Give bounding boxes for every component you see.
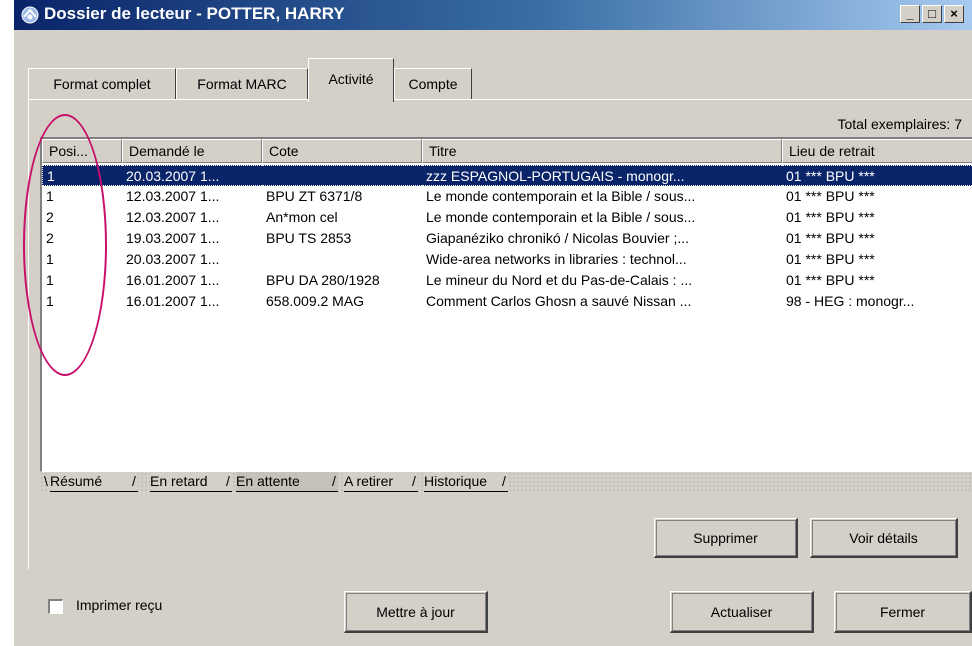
tab-separator: / (412, 473, 416, 489)
subtab-resume[interactable]: Résumé (50, 472, 138, 492)
view-details-button[interactable]: Voir détails (810, 518, 958, 558)
tab-separator: / (502, 473, 506, 489)
tab-separator: \ (44, 473, 48, 489)
cell-position: 1 (46, 293, 54, 309)
subtab-en-attente[interactable]: En attente (236, 472, 338, 492)
list-rows: 1 20.03.2007 1... zzz ESPAGNOL-PORTUGAIS -… (42, 165, 972, 312)
cell-title: Wide-area networks in libraries : techno… (426, 251, 687, 267)
tab-separator: / (132, 473, 136, 489)
table-row[interactable]: 1 20.03.2007 1... Wide-area networks in li… (42, 249, 972, 270)
cell-position: 2 (46, 209, 54, 225)
cell-pickup-location: 01 *** BPU *** (786, 209, 875, 225)
tab-format-complet[interactable]: Format complet (28, 68, 176, 100)
minimize-button[interactable]: _ (900, 5, 920, 23)
cell-position: 1 (42, 165, 122, 186)
subtab-historique[interactable]: Historique (424, 472, 508, 492)
cell-title: Le monde contemporain et la Bible / sous… (426, 209, 696, 225)
cell-call-number: BPU DA 280/1928 (266, 272, 380, 288)
cell-title: Le monde contemporain et la Bible / sous… (426, 188, 696, 204)
cell-requested: 12.03.2007 1... (126, 188, 220, 204)
tab-separator: / (332, 473, 336, 489)
print-receipt-label: Imprimer reçu (76, 597, 163, 613)
cell-position: 1 (46, 272, 54, 288)
refresh-button[interactable]: Actualiser (670, 591, 814, 633)
cell-title: Le mineur du Nord et du Pas-de-Calais : … (426, 272, 693, 288)
tab-compte[interactable]: Compte (394, 68, 472, 100)
status-sheet-tabs: \ Résumé / En retard / En attente / A retirer / H… (40, 472, 972, 492)
cell-call-number (262, 165, 422, 186)
cell-pickup-location: 01 *** BPU *** (782, 165, 972, 186)
cell-title: Giapanéziko chronikó / Nicolas Bouvier ;… (426, 230, 690, 246)
cell-call-number: 658.009.2 MAG (266, 293, 365, 309)
patron-record-window: Dossier de lecteur - POTTER, HARRY _ □ ×… (14, 0, 972, 646)
table-row[interactable]: 1 16.01.2007 1... BPU DA 280/1928 Le mineur… (42, 270, 972, 291)
cell-position: 2 (46, 230, 54, 246)
cell-position: 1 (46, 251, 54, 267)
subtab-a-retirer[interactable]: A retirer (344, 472, 418, 492)
cell-requested: 16.01.2007 1... (126, 293, 220, 309)
update-button[interactable]: Mettre à jour (344, 591, 488, 633)
print-receipt-checkbox[interactable] (48, 599, 63, 614)
column-header-call-number[interactable]: Cote (262, 139, 422, 163)
cell-pickup-location: 01 *** BPU *** (786, 272, 875, 288)
tab-format-marc[interactable]: Format MARC (176, 68, 308, 100)
cell-title: Comment Carlos Ghosn a sauvé Nissan ... (426, 293, 692, 309)
cell-call-number: BPU ZT 6371/8 (266, 188, 363, 204)
subtab-en-retard[interactable]: En retard (150, 472, 232, 492)
cell-call-number (262, 249, 422, 270)
tab-activite[interactable]: Activité (308, 58, 394, 102)
cell-title: zzz ESPAGNOL-PORTUGAIS - monogr... (422, 165, 782, 186)
cell-pickup-location: 01 *** BPU *** (786, 230, 875, 246)
delete-button[interactable]: Supprimer (654, 518, 798, 558)
cell-pickup-location: 98 - HEG : monogr... (786, 293, 915, 309)
column-header-pickup-location[interactable]: Lieu de retrait (782, 139, 972, 163)
cell-requested: 19.03.2007 1... (126, 230, 220, 246)
total-copies-label: Total exemplaires: 7 (837, 116, 962, 132)
cell-requested: 20.03.2007 1... (122, 165, 262, 186)
maximize-button[interactable]: □ (922, 5, 942, 23)
title-bar[interactable]: Dossier de lecteur - POTTER, HARRY _ □ × (14, 0, 972, 30)
table-row[interactable]: 2 12.03.2007 1... An*mon cel Le monde conte… (42, 207, 972, 228)
cell-call-number: BPU TS 2853 (266, 230, 352, 246)
cell-call-number: An*mon cel (266, 209, 338, 225)
app-icon (21, 6, 39, 24)
cell-requested: 20.03.2007 1... (126, 251, 220, 267)
close-window-button[interactable]: × (944, 5, 964, 23)
reservations-list[interactable]: Posi... Demandé le Cote Titre Lieu de re… (40, 137, 972, 472)
table-row[interactable]: 1 12.03.2007 1... BPU ZT 6371/8 Le monde co… (42, 186, 972, 207)
column-header-requested[interactable]: Demandé le (122, 139, 262, 163)
tab-separator: / (226, 473, 230, 489)
close-button[interactable]: Fermer (834, 591, 972, 633)
cell-pickup-location: 01 *** BPU *** (786, 251, 875, 267)
column-header-position[interactable]: Posi... (42, 139, 122, 163)
table-row[interactable]: 1 16.01.2007 1... 658.009.2 MAG Comment Car… (42, 291, 972, 312)
list-header: Posi... Demandé le Cote Titre Lieu de re… (42, 139, 972, 163)
cell-requested: 12.03.2007 1... (126, 209, 220, 225)
cell-requested: 16.01.2007 1... (126, 272, 220, 288)
column-header-title[interactable]: Titre (422, 139, 782, 163)
window-title: Dossier de lecteur - POTTER, HARRY (44, 4, 345, 23)
table-row[interactable]: 1 20.03.2007 1... zzz ESPAGNOL-PORTUGAIS -… (42, 165, 972, 186)
cell-position: 1 (46, 188, 54, 204)
table-row[interactable]: 2 19.03.2007 1... BPU TS 2853 Giapanéziko c… (42, 228, 972, 249)
cell-pickup-location: 01 *** BPU *** (786, 188, 875, 204)
